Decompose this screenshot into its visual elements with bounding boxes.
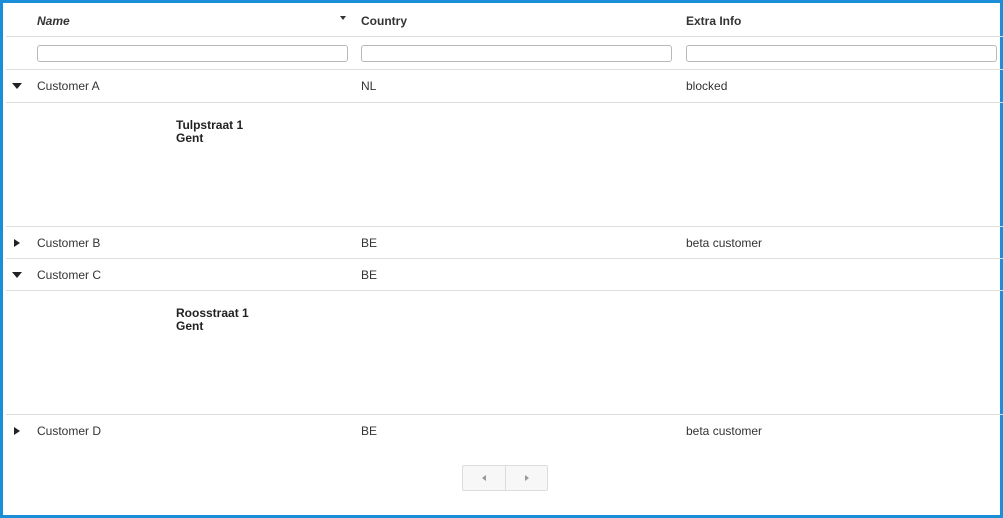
app-frame: Name Country Extra Info Customer A NL bl… bbox=[0, 0, 1003, 518]
row-expand-toggle[interactable] bbox=[6, 259, 28, 290]
filter-cell-name bbox=[37, 37, 349, 69]
filter-cell-country bbox=[361, 37, 673, 69]
address-city: Gent bbox=[176, 131, 204, 145]
row-detail-panel: Roosstraat 1 Gent bbox=[6, 291, 1003, 415]
triangle-right-icon[interactable] bbox=[14, 427, 20, 435]
table-row[interactable]: Customer A NL blocked bbox=[6, 70, 1003, 103]
row-expand-toggle[interactable] bbox=[6, 415, 28, 447]
cell-name: Customer D bbox=[37, 424, 102, 438]
filter-row bbox=[6, 37, 1003, 70]
customer-grid: Name Country Extra Info Customer A NL bl… bbox=[6, 6, 1003, 518]
cell-country: BE bbox=[361, 235, 378, 250]
chevron-left-icon bbox=[482, 475, 486, 481]
table-row[interactable]: Customer D BE beta customer bbox=[6, 415, 1003, 447]
column-header-country-label: Country bbox=[361, 14, 407, 28]
grid-header-row: Name Country Extra Info bbox=[6, 6, 1003, 37]
filter-input-name[interactable] bbox=[37, 44, 348, 62]
row-expand-toggle[interactable] bbox=[6, 70, 28, 102]
cell-extra-info: blocked bbox=[686, 79, 728, 93]
column-header-extra-info-label: Extra Info bbox=[686, 14, 742, 28]
cell-country: BE bbox=[361, 424, 378, 438]
table-row[interactable]: Customer C BE bbox=[6, 259, 1003, 291]
filter-input-country[interactable] bbox=[361, 44, 672, 62]
cell-name: Customer B bbox=[37, 235, 101, 250]
table-row[interactable]: Customer B BE beta customer bbox=[6, 227, 1003, 259]
sort-descending-icon[interactable] bbox=[340, 16, 346, 20]
column-header-extra-info[interactable]: Extra Info bbox=[686, 6, 998, 36]
address-block: Roosstraat 1 Gent bbox=[176, 307, 249, 333]
cell-extra-info: beta customer bbox=[686, 235, 763, 250]
filter-cell-extra-info bbox=[686, 37, 998, 69]
pagination bbox=[462, 465, 548, 491]
filter-input-extra-info[interactable] bbox=[686, 44, 997, 62]
previous-page-button[interactable] bbox=[463, 466, 505, 490]
cell-name: Customer A bbox=[37, 79, 100, 93]
row-expand-toggle[interactable] bbox=[6, 227, 28, 258]
triangle-down-icon[interactable] bbox=[12, 271, 22, 278]
cell-country: NL bbox=[361, 79, 377, 93]
column-header-name[interactable]: Name bbox=[37, 6, 349, 36]
next-page-button[interactable] bbox=[505, 466, 547, 490]
address-block: Tulpstraat 1 Gent bbox=[176, 119, 243, 145]
cell-extra-info bbox=[686, 259, 998, 290]
column-header-country[interactable]: Country bbox=[361, 6, 673, 36]
cell-country: BE bbox=[361, 267, 378, 282]
triangle-right-icon[interactable] bbox=[14, 238, 20, 247]
row-detail-panel: Tulpstraat 1 Gent bbox=[6, 103, 1003, 227]
chevron-right-icon bbox=[524, 475, 529, 481]
column-header-name-label: Name bbox=[37, 14, 70, 28]
triangle-down-icon[interactable] bbox=[12, 83, 22, 89]
cell-extra-info: beta customer bbox=[686, 424, 763, 438]
cell-name: Customer C bbox=[37, 267, 102, 282]
address-city: Gent bbox=[176, 319, 204, 333]
